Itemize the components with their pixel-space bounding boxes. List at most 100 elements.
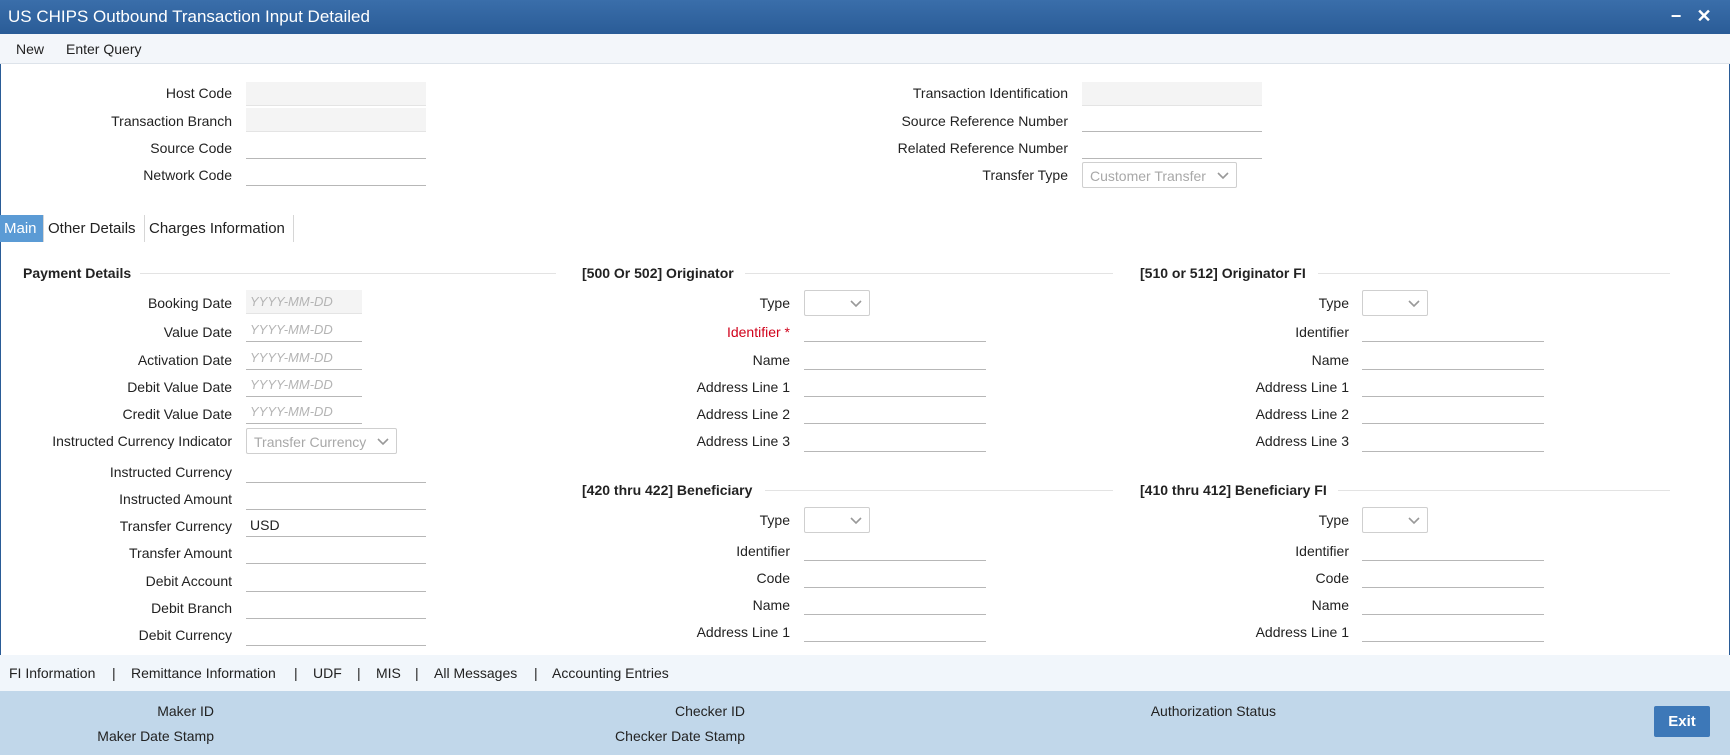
- debit-account-field[interactable]: [246, 568, 426, 592]
- beneficiary-fi-type-select[interactable]: [1362, 507, 1428, 533]
- window-title: US CHIPS Outbound Transaction Input Deta…: [8, 7, 370, 26]
- originator-fi-address1-label: Address Line 1: [1255, 379, 1349, 395]
- tab-other-details[interactable]: Other Details: [44, 215, 145, 242]
- link-remittance-information[interactable]: Remittance Information: [131, 665, 276, 681]
- transfer-currency-field[interactable]: [246, 513, 426, 537]
- exit-button[interactable]: Exit: [1654, 706, 1710, 737]
- chevron-down-icon: [849, 296, 863, 310]
- instructed-amount-field[interactable]: [246, 486, 426, 510]
- transfer-currency-label: Transfer Currency: [119, 518, 232, 534]
- link-all-messages[interactable]: All Messages: [434, 665, 517, 681]
- beneficiary-fi-identifier-label: Identifier: [1295, 543, 1349, 559]
- related-reference-number-field[interactable]: [1082, 135, 1262, 159]
- chevron-down-icon: [376, 434, 390, 448]
- source-code-field[interactable]: [246, 135, 426, 159]
- debit-value-date-field[interactable]: YYYY-MM-DD: [246, 373, 362, 397]
- originator-address1-field[interactable]: [804, 373, 986, 397]
- source-reference-number-field[interactable]: [1082, 108, 1262, 132]
- debit-currency-field[interactable]: [246, 622, 426, 646]
- section-divider: [745, 273, 1113, 274]
- link-separator: |: [294, 665, 298, 681]
- transfer-amount-label: Transfer Amount: [129, 545, 232, 561]
- beneficiary-fi-address1-field[interactable]: [1362, 618, 1544, 642]
- beneficiary-fi-code-field[interactable]: [1362, 564, 1544, 588]
- link-separator: |: [112, 665, 116, 681]
- host-code-label: Host Code: [165, 85, 232, 101]
- debit-currency-label: Debit Currency: [138, 627, 232, 643]
- menu-new[interactable]: New: [16, 41, 44, 57]
- beneficiary-code-label: Code: [756, 570, 790, 586]
- checker-date-stamp-label: Checker Date Stamp: [615, 728, 745, 744]
- originator-fi-type-select[interactable]: [1362, 290, 1428, 316]
- beneficiary-address1-label: Address Line 1: [696, 624, 790, 640]
- beneficiary-fi-name-label: Name: [1311, 597, 1349, 613]
- source-reference-number-label: Source Reference Number: [901, 113, 1068, 129]
- originator-header: [500 Or 502] Originator: [582, 265, 734, 281]
- section-divider: [765, 490, 1113, 491]
- transaction-identification-field[interactable]: [1082, 82, 1262, 106]
- originator-fi-identifier-field[interactable]: [1362, 318, 1544, 342]
- instructed-currency-indicator-select[interactable]: Transfer Currency: [246, 428, 397, 454]
- originator-address1-label: Address Line 1: [696, 379, 790, 395]
- originator-address2-field[interactable]: [804, 400, 986, 424]
- transaction-branch-field[interactable]: [246, 108, 426, 132]
- instructed-currency-indicator-label: Instructed Currency Indicator: [52, 433, 232, 449]
- link-separator: |: [357, 665, 361, 681]
- chevron-down-icon: [849, 513, 863, 527]
- beneficiary-name-label: Name: [752, 597, 790, 613]
- activation-date-field[interactable]: YYYY-MM-DD: [246, 346, 362, 370]
- link-accounting-entries[interactable]: Accounting Entries: [552, 665, 669, 681]
- originator-type-select[interactable]: [804, 290, 870, 316]
- link-mis[interactable]: MIS: [376, 665, 401, 681]
- beneficiary-address1-field[interactable]: [804, 618, 986, 642]
- originator-name-field[interactable]: [804, 346, 986, 370]
- beneficiary-fi-identifier-field[interactable]: [1362, 537, 1544, 561]
- originator-fi-header: [510 or 512] Originator FI: [1140, 265, 1306, 281]
- originator-fi-address2-label: Address Line 2: [1255, 406, 1349, 422]
- beneficiary-fi-address1-label: Address Line 1: [1255, 624, 1349, 640]
- related-reference-number-label: Related Reference Number: [897, 140, 1068, 156]
- transfer-type-select[interactable]: Customer Transfer: [1082, 162, 1237, 188]
- window-border-left: [0, 34, 1, 755]
- source-code-label: Source Code: [150, 140, 232, 156]
- value-date-field[interactable]: YYYY-MM-DD: [246, 318, 362, 342]
- beneficiary-code-field[interactable]: [804, 564, 986, 588]
- link-separator: |: [415, 665, 419, 681]
- originator-fi-name-field[interactable]: [1362, 346, 1544, 370]
- close-icon[interactable]: ✕: [1692, 4, 1716, 28]
- originator-name-label: Name: [752, 352, 790, 368]
- instructed-currency-field[interactable]: [246, 459, 426, 483]
- originator-address3-field[interactable]: [804, 428, 986, 452]
- credit-value-date-label: Credit Value Date: [122, 406, 232, 422]
- beneficiary-type-select[interactable]: [804, 507, 870, 533]
- chevron-down-icon: [1407, 296, 1421, 310]
- link-fi-information[interactable]: FI Information: [9, 665, 95, 681]
- originator-fi-address1-field[interactable]: [1362, 373, 1544, 397]
- section-divider: [140, 273, 556, 274]
- minimize-icon[interactable]: −: [1664, 4, 1688, 28]
- menu-enter-query[interactable]: Enter Query: [66, 41, 141, 57]
- checker-id-label: Checker ID: [674, 703, 745, 719]
- originator-fi-address3-field[interactable]: [1362, 428, 1544, 452]
- debit-branch-field[interactable]: [246, 595, 426, 619]
- link-udf[interactable]: UDF: [313, 665, 342, 681]
- transaction-branch-label: Transaction Branch: [111, 113, 232, 129]
- originator-fi-address2-field[interactable]: [1362, 400, 1544, 424]
- beneficiary-fi-header: [410 thru 412] Beneficiary FI: [1140, 482, 1327, 498]
- debit-account-label: Debit Account: [145, 573, 232, 589]
- beneficiary-identifier-field[interactable]: [804, 537, 986, 561]
- originator-identifier-field[interactable]: [804, 318, 986, 342]
- subsystem-link-bar: FI Information | Remittance Information …: [0, 655, 1730, 691]
- network-code-field[interactable]: [246, 162, 426, 186]
- credit-value-date-field[interactable]: YYYY-MM-DD: [246, 400, 362, 424]
- transfer-amount-field[interactable]: [246, 540, 426, 564]
- tab-main[interactable]: Main: [0, 215, 44, 242]
- beneficiary-fi-name-field[interactable]: [1362, 591, 1544, 615]
- beneficiary-name-field[interactable]: [804, 591, 986, 615]
- booking-date-label: Booking Date: [147, 295, 232, 311]
- host-code-field[interactable]: [246, 82, 426, 106]
- tab-charges-information[interactable]: Charges Information: [145, 215, 294, 242]
- booking-date-field[interactable]: YYYY-MM-DD: [246, 290, 362, 314]
- originator-type-label: Type: [759, 295, 790, 311]
- instructed-currency-indicator-value: Transfer Currency: [254, 434, 367, 450]
